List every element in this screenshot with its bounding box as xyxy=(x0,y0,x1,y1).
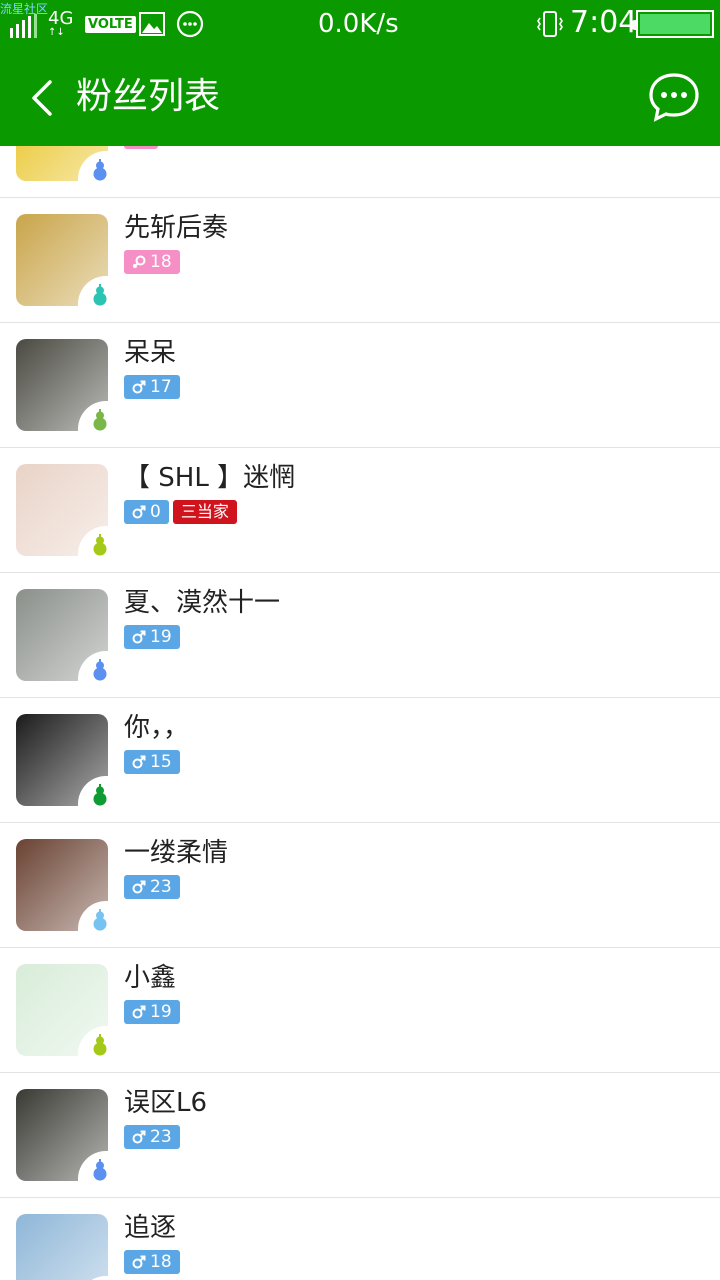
male-age-badge: 15 xyxy=(124,750,180,774)
gourd-level-icon xyxy=(93,409,107,431)
male-age-badge: 23 xyxy=(124,1125,180,1149)
age-value: 18 xyxy=(150,1252,172,1272)
male-age-badge: 17 xyxy=(124,375,180,399)
fan-row[interactable]: 一缕柔情 23 xyxy=(0,823,720,948)
image-notification-icon xyxy=(139,12,165,36)
clock: 7:04 xyxy=(570,5,638,40)
network-speed: 0.0K/s xyxy=(318,9,399,39)
gourd-level-icon xyxy=(93,159,107,181)
message-icon[interactable] xyxy=(648,72,700,122)
battery-icon xyxy=(630,10,714,38)
badges: 23 xyxy=(124,1125,184,1149)
fan-row[interactable]: 先斩后奏 18 xyxy=(0,198,720,323)
male-age-badge: 19 xyxy=(124,1000,180,1024)
fan-list: 先斩后奏 18 呆呆 17 【 SHL 】迷惘 0 三当家夏、漠然十一 19 你，， 15 一缕柔情… xyxy=(0,146,720,1280)
age-value: 23 xyxy=(150,1127,172,1147)
age-value: 23 xyxy=(150,877,172,897)
male-age-badge: 23 xyxy=(124,875,180,899)
badges: 17 xyxy=(124,375,184,399)
avatar[interactable] xyxy=(16,1214,108,1280)
fan-name: 误区L6 xyxy=(124,1088,208,1118)
fan-name: 【 SHL 】迷惘 xyxy=(124,463,296,493)
female-age-badge: 18 xyxy=(124,250,180,274)
fan-row[interactable]: 小鑫 19 xyxy=(0,948,720,1073)
female-age-badge xyxy=(124,146,158,149)
fan-name: 呆呆 xyxy=(124,338,177,368)
badges: 23 xyxy=(124,875,184,899)
fan-row[interactable]: 追逐 18 xyxy=(0,1198,720,1280)
badges: 18 xyxy=(124,1250,184,1274)
fan-name: 一缕柔情 xyxy=(124,838,229,868)
fan-row[interactable]: 你，， 15 xyxy=(0,698,720,823)
signal-icon xyxy=(10,14,37,38)
gourd-level-icon xyxy=(93,534,107,556)
badges: 15 xyxy=(124,750,184,774)
network-label: 4G xyxy=(48,8,74,29)
fan-name: 小鑫 xyxy=(124,963,177,993)
male-age-badge: 18 xyxy=(124,1250,180,1274)
chat-notification-icon xyxy=(176,10,204,38)
gourd-level-icon xyxy=(93,784,107,806)
male-age-badge: 19 xyxy=(124,625,180,649)
fan-row[interactable]: 夏、漠然十一 19 xyxy=(0,573,720,698)
gourd-level-icon xyxy=(93,1159,107,1181)
age-value: 15 xyxy=(150,752,172,772)
badges: 18 xyxy=(124,250,184,274)
gourd-level-icon xyxy=(93,659,107,681)
age-value: 18 xyxy=(150,252,172,272)
fan-name: 你，， xyxy=(124,713,190,743)
fan-row[interactable]: 误区L6 23 xyxy=(0,1073,720,1198)
age-value: 19 xyxy=(150,1002,172,1022)
page-title: 粉丝列表 xyxy=(76,76,221,117)
age-value: 17 xyxy=(150,377,172,397)
gourd-level-icon xyxy=(93,284,107,306)
badges: 0 三当家 xyxy=(124,500,241,524)
back-arrow-icon[interactable] xyxy=(26,78,58,118)
badges: 19 xyxy=(124,625,184,649)
gourd-level-icon xyxy=(93,909,107,931)
age-value: 19 xyxy=(150,627,172,647)
badges: 19 xyxy=(124,1000,184,1024)
app-bar: 粉丝列表 xyxy=(0,48,720,146)
fan-name: 追逐 xyxy=(124,1213,177,1243)
age-value: 0 xyxy=(150,502,161,522)
male-age-badge: 0 xyxy=(124,500,169,524)
fan-name: 夏、漠然十一 xyxy=(124,588,281,618)
gourd-level-icon xyxy=(93,1034,107,1056)
fan-name: 先斩后奏 xyxy=(124,213,229,243)
network-type: 4G ↑↓ xyxy=(48,8,74,38)
rank-badge: 三当家 xyxy=(172,500,237,524)
volte-badge: VOLTE xyxy=(85,16,136,33)
fan-row[interactable]: 呆呆 17 xyxy=(0,323,720,448)
vibrate-icon xyxy=(537,11,563,37)
badges xyxy=(124,146,162,149)
fan-row[interactable]: 【 SHL 】迷惘 0 三当家 xyxy=(0,448,720,573)
status-bar: 流星社区 4G ↑↓ VOLTE 0.0K/s 7:04 xyxy=(0,0,720,48)
fan-row[interactable] xyxy=(0,146,720,198)
